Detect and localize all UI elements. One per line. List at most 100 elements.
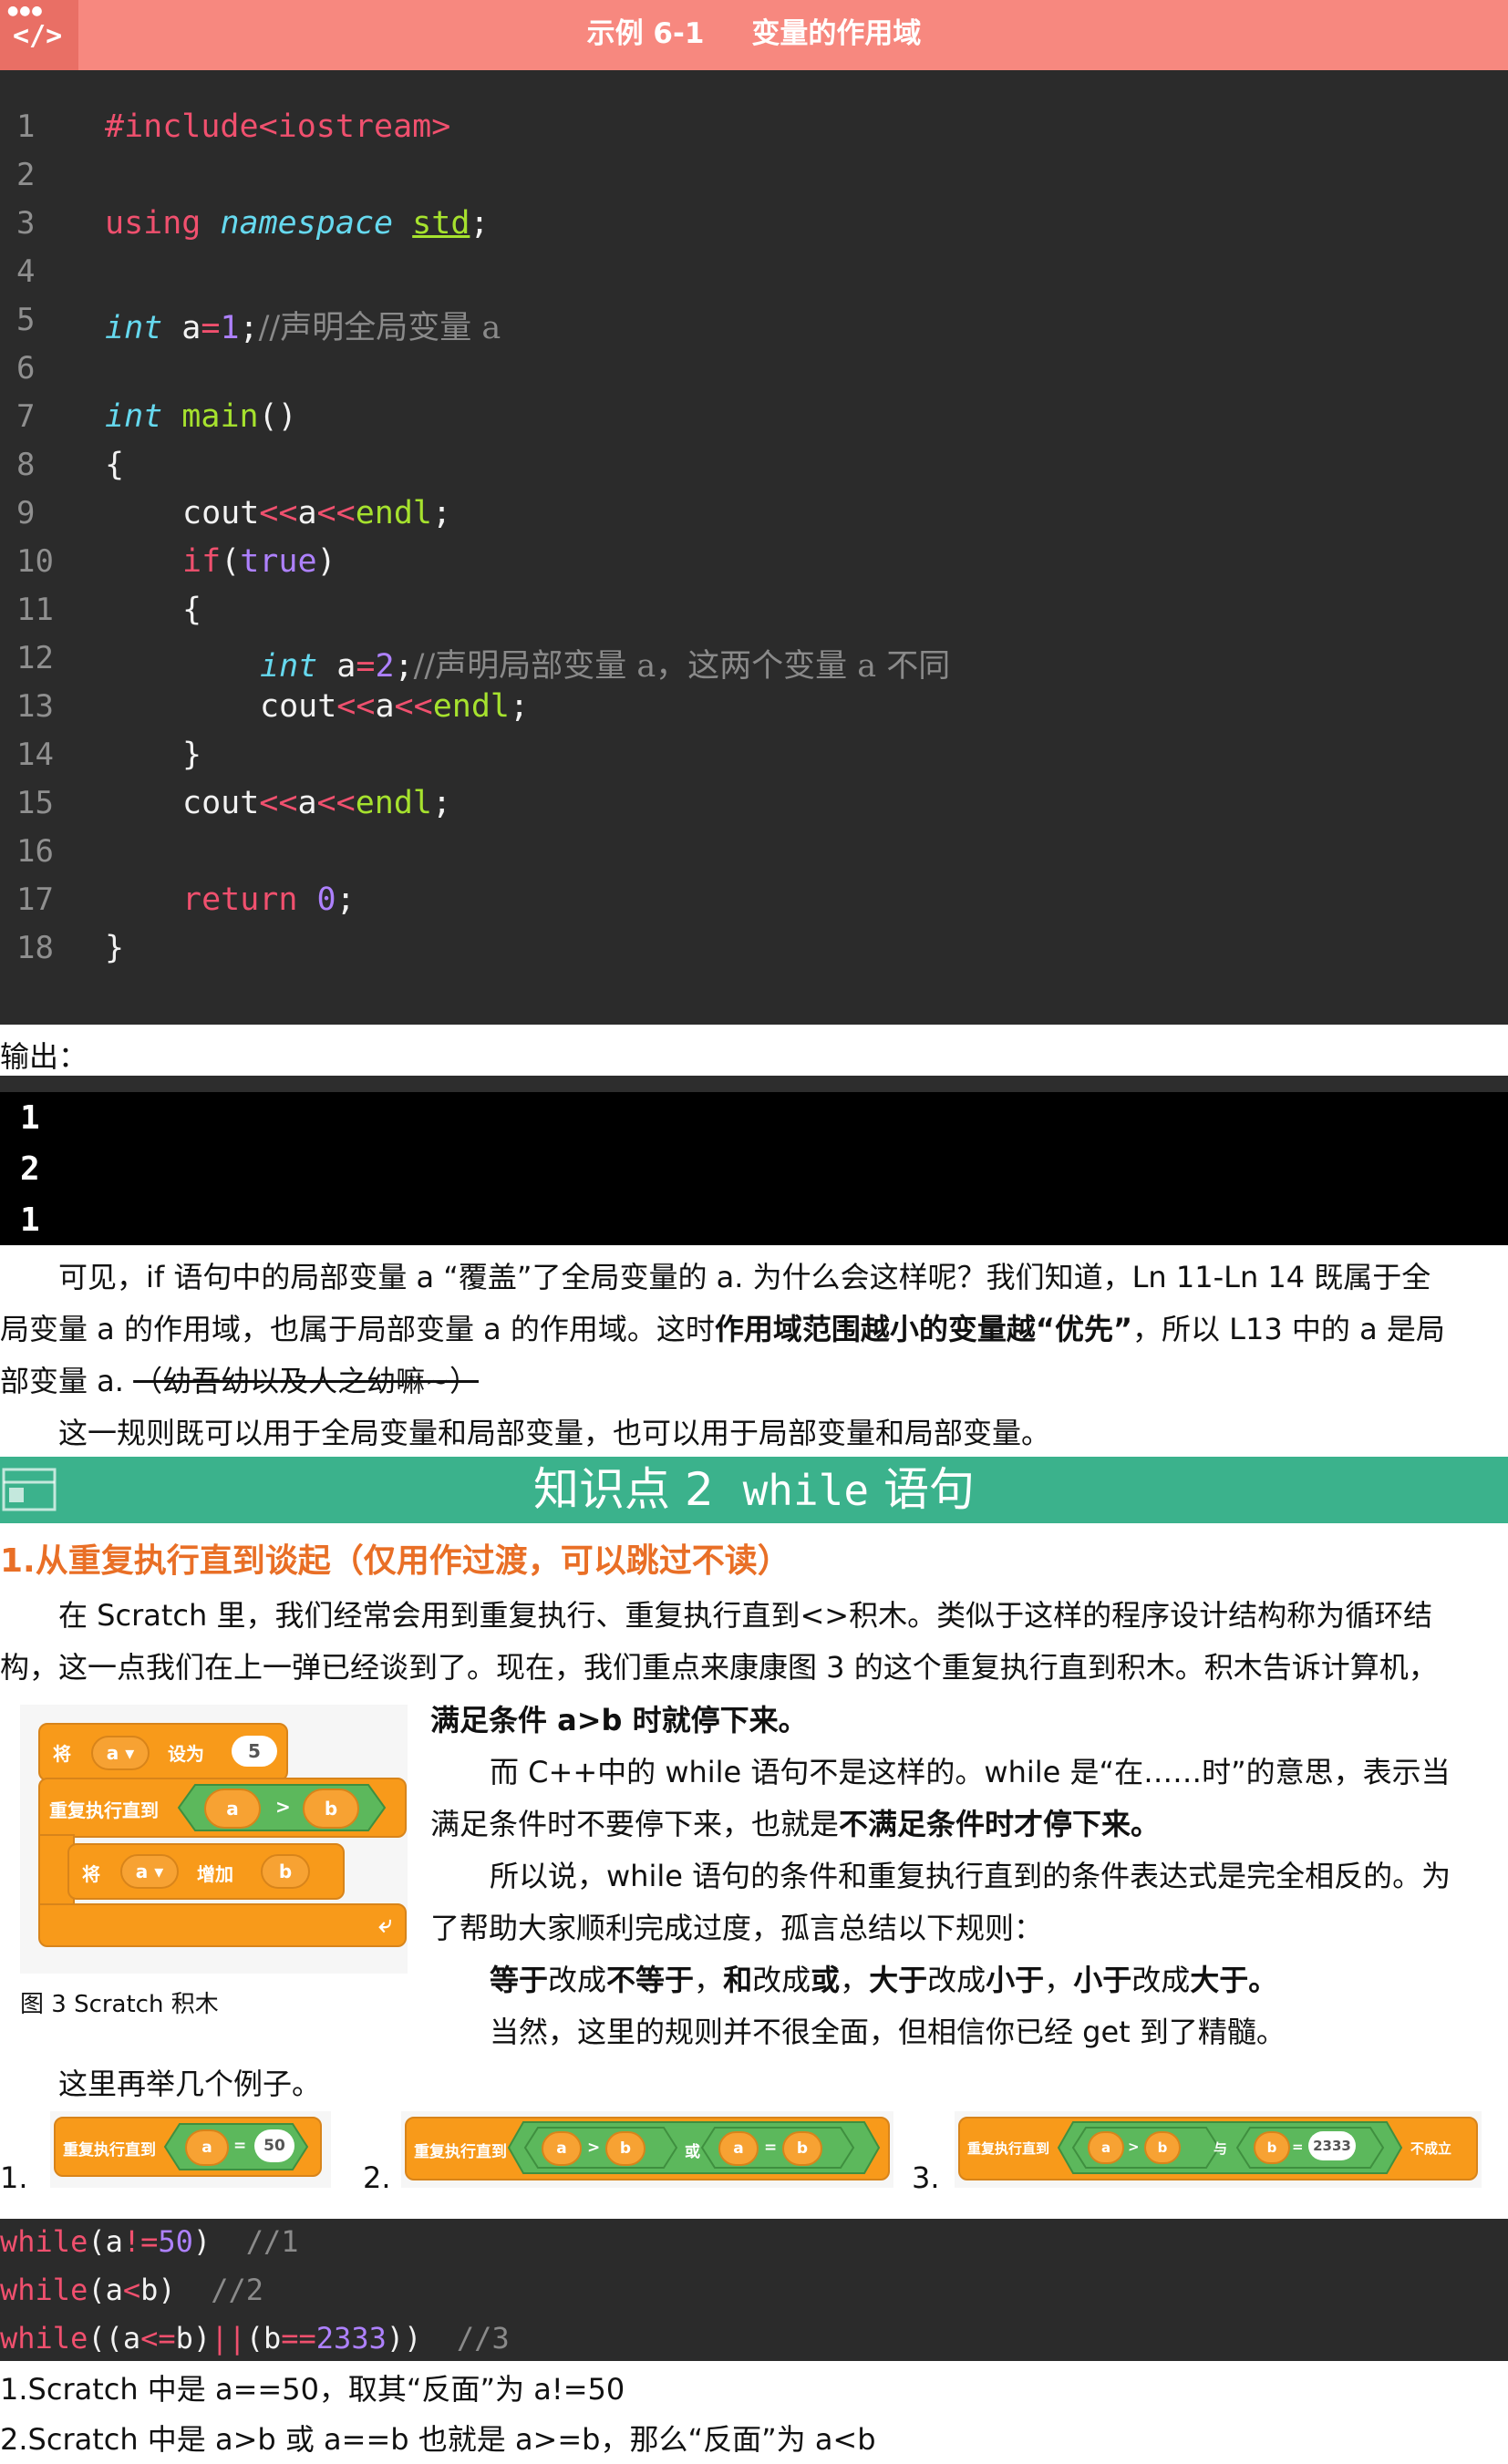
paragraph-line: 了帮助大家顺利完成过度，孤言总结以下规则：	[430, 1911, 1044, 1945]
code-text: return 0;	[182, 881, 356, 918]
repeat-until-block: 重复执行直到 a > b 与 b = 2333 不成立	[958, 2117, 1478, 2180]
rules-line: 等于改成不等于，和改成或，大于改成小于，小于改成大于。	[490, 1963, 1278, 1997]
code-text: cout<<a<<endl;	[182, 495, 452, 531]
code-line: 17 return 0;	[0, 881, 1508, 929]
repeat-until-block: 重复执行直到 a = 50	[54, 2117, 322, 2177]
code-line: 3 using namespace std;	[0, 205, 1508, 253]
scratch-example-2: 重复执行直到 a > b 或 a = b	[401, 2111, 893, 2188]
code-line: 6	[0, 350, 1508, 397]
code-line: 13 cout<<a<<endl;	[0, 688, 1508, 736]
variable-dropdown: a ▾	[91, 1736, 150, 1770]
code-line: 11 {	[0, 592, 1508, 639]
output-terminal: 1 2 1	[0, 1076, 1508, 1245]
while-code-block: while(a!=50) //1 while(a<b) //2 while((a…	[0, 2219, 1508, 2361]
code-line: while(a!=50) //1	[0, 2224, 299, 2259]
paragraph-line: 满足条件 a>b 时就停下来。	[430, 1703, 808, 1737]
paragraph-line: 构，这一点我们在上一弹已经谈到了。现在，我们重点来康康图 3 的这个重复执行直到…	[0, 1650, 1438, 1685]
example-number: 1.	[0, 2160, 28, 2195]
code-text: {	[105, 447, 125, 483]
code-line: 8 {	[0, 447, 1508, 494]
line-number: 17	[16, 881, 54, 918]
line-number: 2	[16, 157, 36, 193]
knowledge-point-header: 知识点 2 while 语句	[0, 1457, 1508, 1523]
paragraph-line: 1.Scratch 中是 a==50，取其“反面”为 a!=50	[0, 2372, 625, 2407]
example-title: 示例 6-1 变量的作用域	[0, 0, 1508, 70]
line-number: 4	[16, 253, 36, 290]
bold-emphasis: 作用域范围越小的变量越“优先”	[714, 1312, 1132, 1346]
code-text: #include<iostream>	[105, 108, 451, 145]
example-number: 3.	[912, 2160, 940, 2195]
code-editor: 1 #include<iostream> 2 3 using namespace…	[0, 70, 1508, 1025]
line-number: 18	[16, 930, 54, 966]
code-line: 12 int a=2;//声明局部变量 a，这两个变量 a 不同	[0, 640, 1508, 687]
line-number: 12	[16, 640, 54, 676]
line-number: 3	[16, 205, 36, 242]
code-text: if(true)	[182, 543, 336, 580]
strikethrough-note: （幼吾幼以及人之幼嘛~）	[133, 1364, 479, 1398]
knowledge-point-title: 知识点 2 while 语句	[533, 1463, 975, 1516]
paragraph-line: 这一规则既可以用于全局变量和局部变量，也可以用于局部变量和局部变量。	[58, 1416, 1051, 1450]
code-line: 9 cout<<a<<endl;	[0, 495, 1508, 542]
paragraph-line: 当然，这里的规则并不很全面，但相信你已经 get 到了精髓。	[490, 2015, 1286, 2049]
scratch-example-3: 重复执行直到 a > b 与 b = 2333 不成立	[955, 2111, 1482, 2188]
code-text: {	[182, 592, 202, 628]
code-line: 10 if(true)	[0, 543, 1508, 591]
output-line: 1	[20, 1099, 40, 1137]
section-heading: 1.从重复执行直到谈起（仅用作过渡，可以跳过不读）	[0, 1542, 790, 1580]
scratch-example-1: 重复执行直到 a = 50	[50, 2111, 331, 2188]
code-text: int main()	[105, 398, 297, 435]
line-number: 8	[16, 447, 36, 483]
code-line: while(a<b) //2	[0, 2273, 263, 2307]
bold-emphasis: 不满足条件时才停下来。	[839, 1807, 1161, 1841]
line-number: 15	[16, 785, 54, 821]
paragraph-line: 局变量 a 的作用域，也属于局部变量 a 的作用域。这时作用域范围越小的变量越“…	[0, 1312, 1445, 1346]
line-number: 14	[16, 737, 54, 773]
paragraph-line: 在 Scratch 里，我们经常会用到重复执行、重复执行直到<>积木。类似于这样…	[58, 1598, 1433, 1633]
example-number: 示例 6-1	[586, 17, 705, 50]
line-number: 13	[16, 688, 54, 725]
repeat-until-block: 重复执行直到 a > b 或 a = b	[405, 2117, 890, 2180]
paragraph-line: 这里再举几个例子。	[58, 2067, 322, 2101]
code-line: 2	[0, 157, 1508, 204]
code-line: 18 }	[0, 930, 1508, 977]
code-line: 1 #include<iostream>	[0, 108, 1508, 156]
paragraph-line: 2.Scratch 中是 a>b 或 a==b 也就是 a>=b，那么“反面”为…	[0, 2422, 876, 2457]
line-number: 5	[16, 302, 36, 338]
code-line: 7 int main()	[0, 398, 1508, 446]
output-line: 2	[20, 1150, 40, 1188]
code-text: int a=1;//声明全局变量 a	[105, 310, 501, 346]
loop-arrow-icon: ⤶	[378, 1911, 392, 1938]
code-line: 15 cout<<a<<endl;	[0, 785, 1508, 832]
line-number: 11	[16, 592, 54, 628]
line-number: 7	[16, 398, 36, 435]
line-number: 9	[16, 495, 36, 531]
paragraph-line: 部变量 a. （幼吾幼以及人之幼嘛~）	[0, 1364, 479, 1398]
code-line: 14 }	[0, 737, 1508, 784]
terminal-titlebar	[0, 1076, 1508, 1092]
code-line: 5 int a=1;//声明全局变量 a	[0, 302, 1508, 349]
code-text: int a=2;//声明局部变量 a，这两个变量 a 不同	[260, 648, 951, 685]
change-variable-block: 将 a ▾ 增加 b	[67, 1843, 345, 1900]
scratch-block-figure: 将 a ▾ 设为 5 重复执行直到 a > b 将 a ▾ 增加 b ⤶	[20, 1705, 408, 1974]
value-input: 5	[232, 1736, 277, 1767]
code-text: using namespace std;	[105, 205, 490, 242]
repeat-until-block: 重复执行直到 a > b	[38, 1778, 407, 1838]
line-number: 6	[16, 350, 36, 387]
line-number: 16	[16, 833, 54, 870]
code-text: cout<<a<<endl;	[182, 785, 452, 821]
example-name: 变量的作用域	[751, 17, 922, 50]
line-number: 10	[16, 543, 54, 580]
code-line: while((a<=b)||(b==2333)) //3	[0, 2321, 510, 2356]
code-text: cout<<a<<endl;	[260, 688, 530, 725]
paragraph-line: 可见，if 语句中的局部变量 a “覆盖”了全局变量的 a. 为什么会这样呢？我…	[58, 1260, 1431, 1294]
code-line: 16	[0, 833, 1508, 881]
paragraph-line: 满足条件时不要停下来，也就是不满足条件时才停下来。	[430, 1807, 1161, 1841]
code-line: 4	[0, 253, 1508, 301]
paragraph-line: 所以说，while 语句的条件和重复执行直到的条件表达式是完全相反的。为	[490, 1859, 1451, 1893]
output-label: 输出：	[0, 1039, 88, 1074]
set-variable-block: 将 a ▾ 设为 5	[38, 1723, 288, 1781]
example-number: 2.	[363, 2160, 391, 2195]
output-line: 1	[20, 1201, 40, 1239]
c-block-bottom: ⤶	[38, 1903, 407, 1947]
code-text: }	[182, 737, 202, 773]
